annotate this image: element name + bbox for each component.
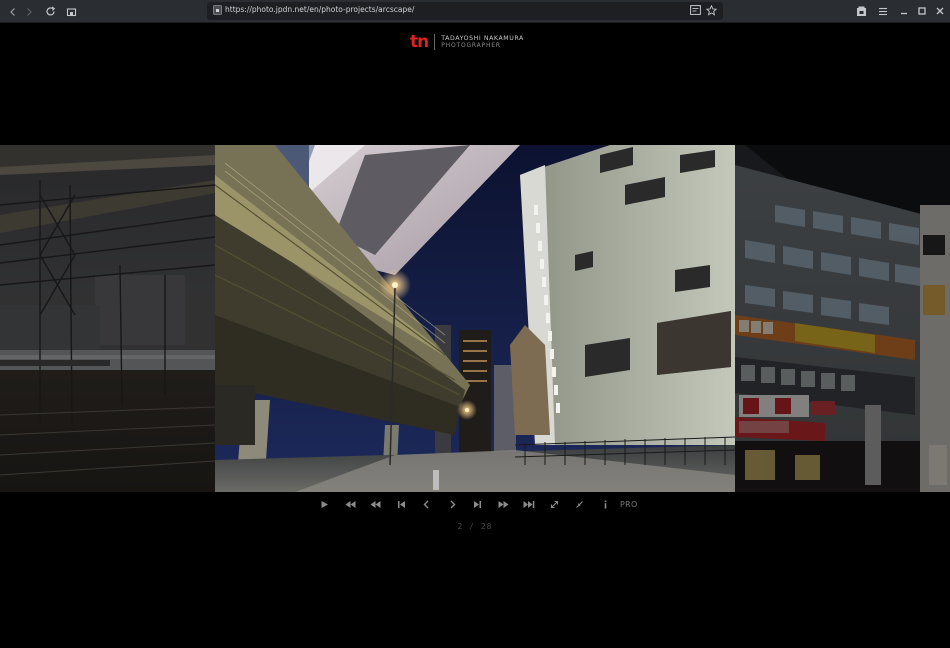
logo-divider xyxy=(434,34,436,50)
home-icon xyxy=(66,8,77,17)
street-signs-photo xyxy=(735,145,950,492)
maximize-button[interactable] xyxy=(915,4,929,18)
previous-photo-button[interactable] xyxy=(414,497,440,511)
site-logo[interactable]: tn TADAYOSHI NAKAMURA PHOTOGRAPHER xyxy=(410,33,524,51)
maximize-icon xyxy=(918,7,926,15)
lock-icon xyxy=(213,5,222,15)
fast-rewind-icon xyxy=(345,500,356,508)
chevron-right-icon xyxy=(450,500,456,508)
home-button[interactable] xyxy=(63,3,80,20)
counter-total: 28 xyxy=(480,522,493,531)
minimize-icon xyxy=(901,12,907,15)
fullscreen-button[interactable] xyxy=(542,497,568,511)
logo-text: TADAYOSHI NAKAMURA PHOTOGRAPHER xyxy=(441,35,524,49)
reload-button[interactable] xyxy=(42,3,59,20)
address-bar[interactable]: https://photo.jpdn.net/en/photo-projects… xyxy=(207,2,723,20)
counter-separator: / xyxy=(469,522,475,531)
photographer-subtitle: PHOTOGRAPHER xyxy=(441,42,501,49)
extension-button[interactable] xyxy=(854,4,868,18)
back-button[interactable] xyxy=(4,3,21,20)
forward-icon xyxy=(498,500,509,508)
fast-rewind-button[interactable] xyxy=(338,497,364,511)
play-icon xyxy=(321,500,329,508)
railway-photo xyxy=(0,145,215,492)
slide-previous[interactable] xyxy=(0,145,215,492)
info-button[interactable] xyxy=(593,497,619,511)
chevron-right-icon xyxy=(26,7,32,16)
rewind-icon xyxy=(370,500,381,508)
photo-counter: 2 / 28 xyxy=(0,522,950,531)
skip-to-last-icon xyxy=(474,500,482,508)
skip-to-first-icon xyxy=(397,500,405,508)
chevron-left-icon xyxy=(423,500,429,508)
collapse-icon xyxy=(576,500,584,508)
first-photo-button[interactable] xyxy=(389,497,415,511)
photographer-name: TADAYOSHI NAKAMURA xyxy=(441,35,524,42)
play-button[interactable] xyxy=(312,497,338,511)
chevron-left-icon xyxy=(9,7,15,16)
counter-current: 2 xyxy=(457,522,464,531)
last-photo-button[interactable] xyxy=(465,497,491,511)
url-text[interactable]: https://photo.jpdn.net/en/photo-projects… xyxy=(225,5,414,14)
bookmark-star-icon[interactable] xyxy=(706,5,717,16)
slide-next[interactable] xyxy=(735,145,950,492)
logo-mark: tn xyxy=(410,32,429,52)
hamburger-menu-icon xyxy=(879,7,887,15)
next-photo-button[interactable] xyxy=(440,497,466,511)
minimize-button[interactable] xyxy=(897,4,911,18)
slider-controls: PRO xyxy=(312,497,638,511)
slide-current[interactable] xyxy=(215,145,735,492)
info-icon xyxy=(604,500,607,508)
forward-button[interactable] xyxy=(491,497,517,511)
fast-forward-end-icon xyxy=(523,500,535,508)
photo-slider[interactable] xyxy=(0,145,950,492)
close-icon xyxy=(936,7,944,15)
highway-night-photo xyxy=(215,145,735,492)
reader-view-icon[interactable] xyxy=(690,5,701,15)
extension-icon xyxy=(856,6,866,16)
reload-icon xyxy=(46,6,56,16)
browser-toolbar: https://photo.jpdn.net/en/photo-projects… xyxy=(0,0,950,23)
forward-button[interactable] xyxy=(20,3,37,20)
fast-forward-button[interactable] xyxy=(516,497,542,511)
expand-icon xyxy=(550,500,558,508)
close-window-button[interactable] xyxy=(933,4,947,18)
menu-button[interactable] xyxy=(876,4,890,18)
rewind-button[interactable] xyxy=(363,497,389,511)
exit-fullscreen-button[interactable] xyxy=(567,497,593,511)
pro-mode-button[interactable]: PRO xyxy=(620,500,638,509)
